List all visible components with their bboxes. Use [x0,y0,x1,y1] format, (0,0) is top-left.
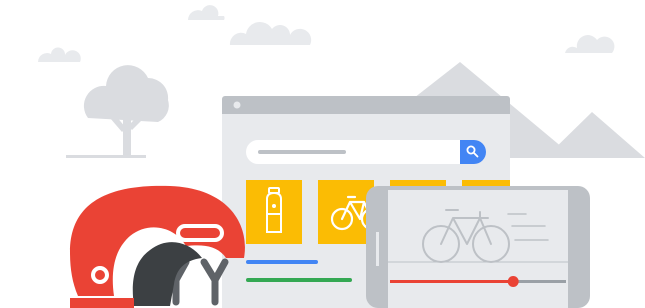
tree-trunk [123,112,131,158]
helmet-bottom-shadow [70,298,134,308]
phone-video [366,186,590,308]
mountain-small [545,112,645,158]
helmet-strap-right [200,258,229,306]
cloud-right [565,35,615,53]
search-placeholder-line [258,150,346,154]
cloud-top [188,5,225,20]
browser-dot [233,101,241,109]
tile-1-bg [246,180,302,244]
result-line-blue [246,260,318,264]
bottle-dot [272,204,276,208]
search-bar[interactable] [246,140,486,164]
phone-screen [388,190,568,308]
product-tile-1[interactable] [246,180,302,244]
ground-left [66,155,146,158]
shopping-illustration [38,5,645,308]
video-progress-knob[interactable] [507,276,519,287]
clouds [38,5,615,62]
helmet-rim [132,242,202,306]
cloud-middle [229,21,312,45]
cloud-left [38,47,81,62]
video-progress-fill [390,280,514,283]
tree [66,65,169,158]
helmet [70,185,245,308]
phone-side-button [376,232,379,266]
result-line-green [246,278,352,282]
